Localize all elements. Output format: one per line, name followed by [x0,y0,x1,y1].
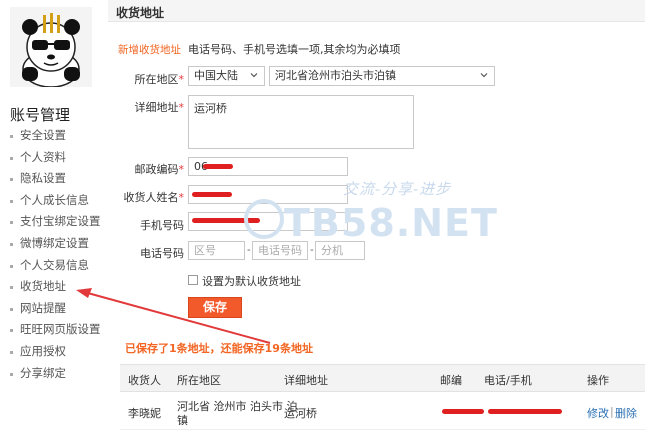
annotation-arrow-icon [76,288,271,344]
